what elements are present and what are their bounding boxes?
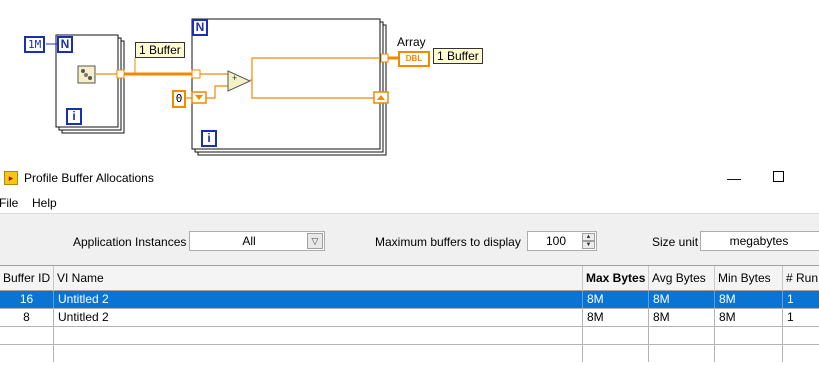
cell-min-bytes: 8M — [715, 291, 783, 308]
app-icon: ▸ — [4, 171, 18, 185]
settings-panel: Application Instances All ▽ Maximum buff… — [0, 213, 819, 266]
column-header-min-bytes[interactable]: Min Bytes — [715, 266, 783, 291]
buffer-allocation-label-right: 1 Buffer — [433, 48, 483, 64]
cell-empty — [0, 327, 54, 344]
size-unit-value: megabytes — [729, 234, 789, 248]
maximize-button[interactable] — [773, 171, 784, 182]
cell-empty — [54, 327, 583, 344]
iteration-terminal-2[interactable]: i — [201, 130, 217, 147]
for-loop-2-frame — [191, 18, 381, 150]
column-header-vi-name[interactable]: VI Name — [54, 266, 583, 291]
cell-vi-name: Untitled 2 — [54, 309, 583, 326]
wires-layer — [46, 18, 398, 156]
cell-empty — [649, 327, 715, 344]
max-buffers-label: Maximum buffers to display — [375, 235, 521, 249]
block-diagram[interactable]: 1M N i 1 Buffer N i 0 + Array DBL 1 Buff… — [0, 0, 819, 163]
count-terminal-1[interactable]: N — [57, 36, 73, 53]
label-leader-left — [124, 58, 136, 75]
cell-empty — [649, 345, 715, 362]
application-instances-label: Application Instances — [73, 235, 187, 249]
cell-empty — [715, 345, 783, 362]
column-header-runs[interactable]: # Run — [783, 266, 819, 291]
add-symbol: + — [232, 73, 238, 83]
cell-empty — [583, 327, 649, 344]
application-instances-select[interactable]: All ▽ — [189, 231, 325, 251]
cell-avg-bytes: 8M — [649, 291, 715, 308]
column-header-buffer-id[interactable]: Buffer ID — [0, 266, 54, 291]
cell-min-bytes: 8M — [715, 309, 783, 326]
count-terminal-2[interactable]: N — [192, 19, 208, 36]
buffer-allocation-label-left: 1 Buffer — [135, 42, 185, 58]
output-tunnel-2 — [380, 53, 389, 63]
zero-constant[interactable]: 0 — [172, 90, 186, 108]
iteration-terminal-1[interactable]: i — [66, 108, 82, 125]
array-indicator-terminal[interactable]: DBL — [398, 51, 430, 67]
input-tunnel-2 — [191, 69, 201, 79]
cell-empty — [715, 327, 783, 344]
cell-empty — [583, 345, 649, 362]
cell-buffer-id: 16 — [0, 291, 54, 308]
window-title: Profile Buffer Allocations — [24, 171, 154, 185]
cell-avg-bytes: 8M — [649, 309, 715, 326]
cell-empty — [54, 345, 583, 362]
size-unit-select[interactable]: megabytes — [700, 231, 819, 251]
cell-empty — [0, 345, 54, 362]
cell-runs: 1 — [787, 292, 794, 306]
decrement-arrow-icon[interactable]: ▼ — [582, 241, 595, 249]
numeric-constant-1m[interactable]: 1M — [24, 36, 46, 53]
chevron-down-icon[interactable]: ▽ — [307, 233, 323, 249]
table-row[interactable]: 16 Untitled 2 8M 8M 8M 1 — [0, 291, 819, 309]
column-header-avg-bytes[interactable]: Avg Bytes — [649, 266, 715, 291]
max-buffers-input[interactable]: 100 ▲ ▼ — [527, 231, 597, 251]
title-bar[interactable]: ▸ Profile Buffer Allocations — — [0, 163, 819, 193]
application-instances-value: All — [242, 234, 256, 248]
menu-bar: File Help — [0, 193, 819, 213]
menu-file[interactable]: File — [0, 196, 18, 210]
cell-runs: 1 — [787, 310, 794, 324]
table-row-empty[interactable] — [0, 345, 819, 363]
menu-help[interactable]: Help — [32, 196, 57, 210]
cell-vi-name: Untitled 2 — [54, 291, 583, 308]
max-buffers-value: 100 — [545, 234, 567, 248]
cell-buffer-id: 8 — [0, 309, 54, 326]
profile-buffer-window: ▸ Profile Buffer Allocations — File Help… — [0, 163, 819, 365]
column-header-max-bytes[interactable]: Max Bytes — [583, 266, 649, 291]
increment-arrow-icon[interactable]: ▲ — [582, 233, 595, 241]
array-indicator-label: Array — [397, 35, 426, 49]
cell-max-bytes: 8M — [583, 291, 649, 308]
buffer-table: Buffer ID VI Name Max Bytes Avg Bytes Mi… — [0, 265, 819, 365]
output-tunnel-1 — [116, 69, 125, 79]
table-row-empty[interactable] — [0, 327, 819, 345]
size-unit-label: Size unit — [652, 235, 699, 249]
minimize-button[interactable]: — — [725, 169, 743, 187]
table-row[interactable]: 8 Untitled 2 8M 8M 8M 1 — [0, 309, 819, 327]
cell-max-bytes: 8M — [583, 309, 649, 326]
